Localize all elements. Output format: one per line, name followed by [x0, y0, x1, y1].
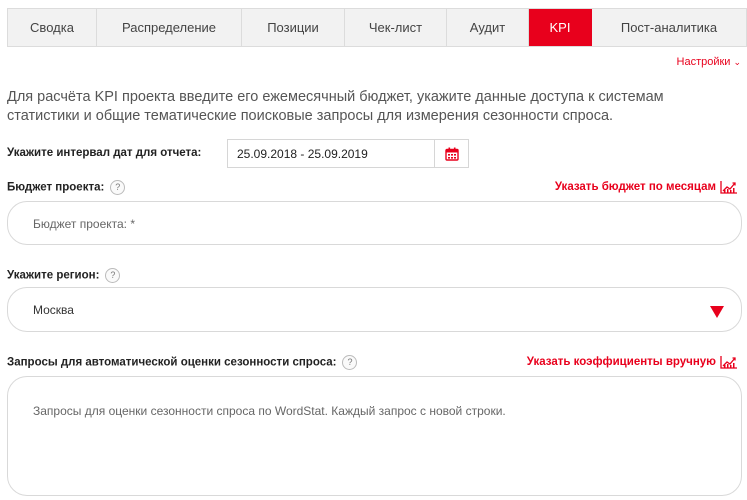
queries-label-text: Запросы для автоматической оценки сезонн… — [7, 356, 337, 369]
chart-growth-icon — [720, 356, 737, 369]
tab-positions[interactable]: Позиции — [242, 9, 345, 46]
calendar-icon[interactable] — [434, 140, 468, 167]
budget-label: Бюджет проекта:? — [7, 180, 126, 195]
help-icon[interactable]: ? — [105, 268, 121, 283]
budget-by-month-label: Указать бюджет по месяцам — [554, 181, 716, 193]
manual-coefficients-link[interactable]: Указать коэффициенты вручную — [527, 355, 738, 369]
budget-label-text: Бюджет проекта: — [7, 181, 105, 194]
settings-dropdown[interactable]: Настройки ⌄ — [677, 56, 741, 68]
dropdown-arrow-icon[interactable] — [710, 306, 724, 318]
help-icon[interactable]: ? — [342, 355, 358, 370]
queries-label: Запросы для автоматической оценки сезонн… — [7, 355, 358, 370]
tab-bar: Сводка Распределение Позиции Чек-лист Ау… — [7, 8, 747, 47]
tab-kpi[interactable]: KPI — [529, 9, 592, 46]
date-interval-value[interactable]: 25.09.2018 - 25.09.2019 — [228, 147, 434, 161]
region-label-text: Укажите регион: — [7, 269, 100, 282]
region-label: Укажите регион:? — [7, 268, 121, 283]
tab-distribution[interactable]: Распределение — [97, 9, 242, 46]
budget-placeholder: Бюджет проекта: * — [33, 217, 136, 231]
chart-growth-icon — [720, 181, 737, 194]
tab-post-analytics[interactable]: Пост-аналитика — [592, 9, 746, 46]
manual-coefficients-label: Указать коэффициенты вручную — [526, 356, 716, 368]
queries-textarea[interactable]: Запросы для оценки сезонности спроса по … — [7, 376, 742, 496]
region-select[interactable]: Москва — [7, 287, 742, 332]
queries-placeholder: Запросы для оценки сезонности спроса по … — [33, 404, 506, 418]
help-icon[interactable]: ? — [110, 180, 126, 195]
intro-text: Для расчёта KPI проекта введите его ежем… — [7, 89, 664, 124]
budget-input[interactable]: Бюджет проекта: * — [7, 201, 742, 245]
date-interval-picker[interactable]: 25.09.2018 - 25.09.2019 — [227, 139, 469, 168]
region-value: Москва — [33, 303, 74, 317]
budget-by-month-link[interactable]: Указать бюджет по месяцам — [555, 180, 738, 194]
chevron-down-icon: ⌄ — [733, 57, 741, 67]
tab-summary[interactable]: Сводка — [8, 9, 97, 46]
date-interval-label: Укажите интервал дат для отчета: — [7, 147, 202, 159]
tab-audit[interactable]: Аудит — [447, 9, 529, 46]
settings-label: Настройки — [676, 56, 731, 68]
tab-checklist[interactable]: Чек-лист — [345, 9, 447, 46]
